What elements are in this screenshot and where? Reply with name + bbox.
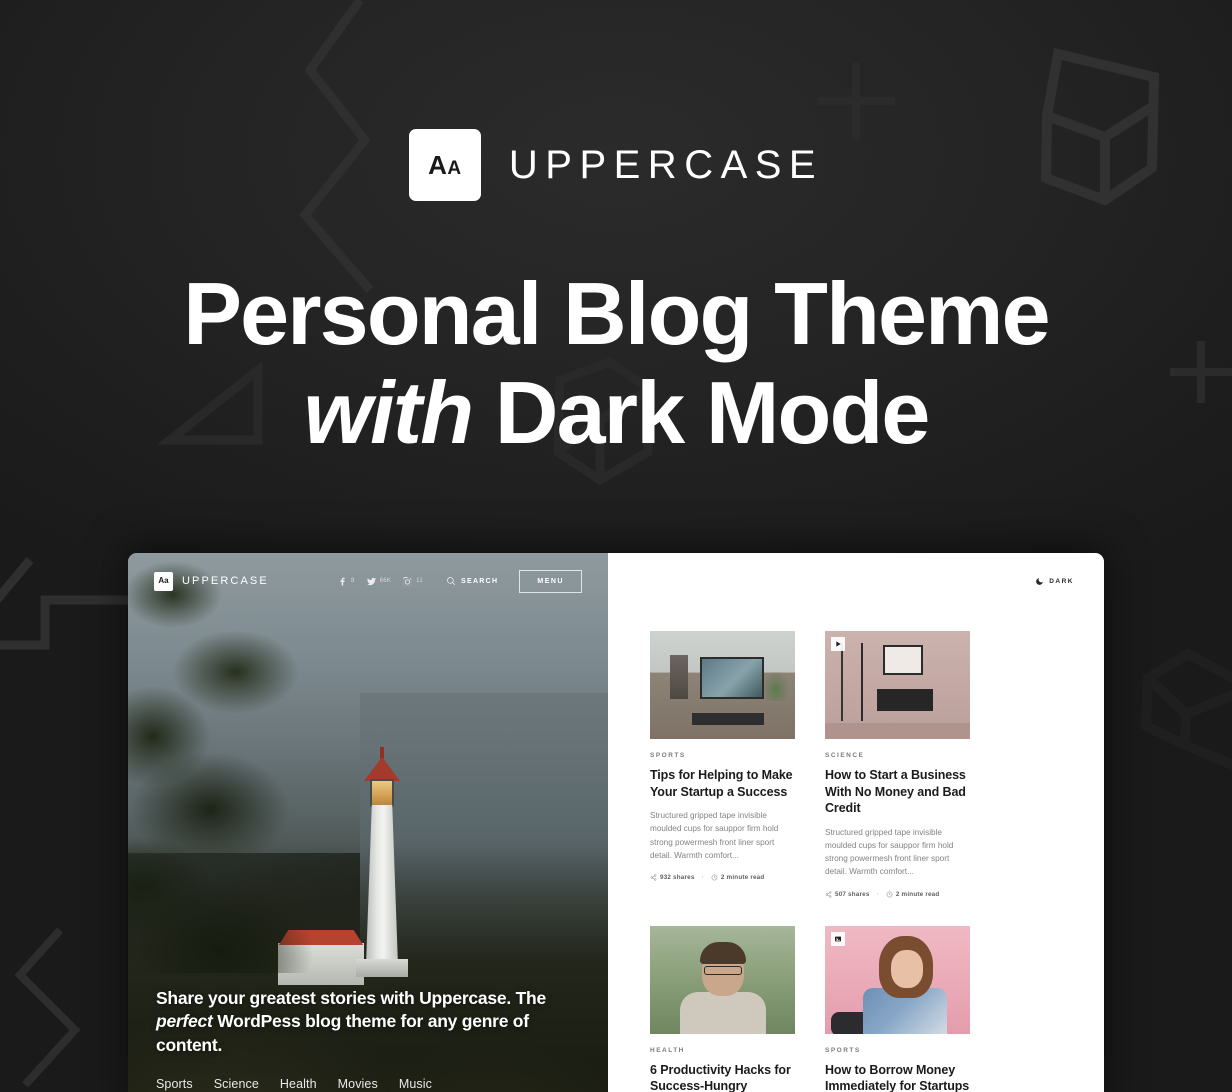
category-link-sports[interactable]: Sports xyxy=(156,1077,193,1091)
mockup-content-panel: DARK SPORTS Tips for Helping to Make You… xyxy=(608,553,1104,1092)
logo-badge: AA xyxy=(408,129,481,201)
article-category[interactable]: SPORTS xyxy=(650,752,795,759)
article-excerpt: Structured gripped tape invisible moulde… xyxy=(650,811,779,860)
article-title[interactable]: How to Borrow Money Immediately for Star… xyxy=(825,1062,970,1092)
hero-photo-lighthouse xyxy=(342,733,422,983)
mockup-logo-word: UPPERCASE xyxy=(182,575,269,587)
category-nav: Sports Science Health Movies Music xyxy=(156,1077,582,1091)
gallery-format-badge xyxy=(831,931,845,946)
mockup-logo[interactable]: Aa UPPERCASE xyxy=(154,571,269,591)
dark-mode-toggle[interactable]: DARK xyxy=(1035,577,1074,586)
headline-emphasis: with xyxy=(303,362,474,462)
article-category[interactable]: HEALTH xyxy=(650,1047,795,1054)
search-label: SEARCH xyxy=(461,577,499,585)
dark-mode-label: DARK xyxy=(1049,577,1074,585)
share-count-label: 507 shares xyxy=(835,890,870,898)
article-grid: SPORTS Tips for Helping to Make Your Sta… xyxy=(608,609,1104,1092)
article-title[interactable]: How to Start a Business With No Money an… xyxy=(825,767,970,817)
category-link-science[interactable]: Science xyxy=(214,1077,259,1091)
thumbnail-image-man xyxy=(650,925,795,1034)
headline-line-1: Personal Blog Theme xyxy=(183,264,1050,363)
article-thumbnail[interactable] xyxy=(650,925,795,1034)
clock-icon xyxy=(711,874,718,881)
hero-section: AA UPPERCASE Personal Blog Theme with Da… xyxy=(0,0,1232,462)
mockup-hero-panel: Aa UPPERCASE 8 66K 11 SEARCH MENU Share … xyxy=(128,553,608,1092)
mockup-hero-line-2-post: WordPess blog theme for any xyxy=(212,1011,458,1032)
meta-separator: · xyxy=(876,890,879,898)
twitter-link[interactable]: 66K xyxy=(366,576,392,587)
social-links: 8 66K 11 xyxy=(337,576,423,587)
article-thumbnail[interactable] xyxy=(825,631,970,739)
share-icon xyxy=(825,891,832,898)
page-title: Personal Blog Theme with Dark Mode xyxy=(0,264,1232,463)
search-icon xyxy=(447,577,456,585)
search-button[interactable]: SEARCH xyxy=(446,576,498,586)
article-card[interactable]: SCIENCE How to Start a Business With No … xyxy=(825,631,970,898)
mockup-hero-line-2-pre: The xyxy=(515,988,547,1009)
read-time: 2 minute read xyxy=(711,874,765,881)
thumbnail-image-woman xyxy=(825,925,970,1034)
mockup-navbar: Aa UPPERCASE 8 66K 11 SEARCH MENU xyxy=(128,553,608,609)
article-category[interactable]: SCIENCE xyxy=(825,752,970,759)
instagram-icon xyxy=(403,576,413,586)
article-thumbnail[interactable] xyxy=(650,631,795,739)
logo-badge-text: AA xyxy=(428,150,462,180)
article-title[interactable]: 6 Productivity Hacks for Success-Hungry … xyxy=(650,1062,795,1092)
article-card[interactable]: SPORTS Tips for Helping to Make Your Sta… xyxy=(650,631,795,898)
category-link-music[interactable]: Music xyxy=(399,1077,432,1091)
mockup-hero-line-1: Share your greatest stories with Upperca… xyxy=(156,988,511,1009)
article-card[interactable]: HEALTH 6 Productivity Hacks for Success-… xyxy=(650,925,795,1092)
logo-wordmark: UPPERCASE xyxy=(508,142,824,187)
clock-icon xyxy=(886,891,893,897)
share-icon xyxy=(650,874,657,881)
category-link-health[interactable]: Health xyxy=(280,1077,317,1091)
mockup-hero-text: Share your greatest stories with Upperca… xyxy=(156,987,582,1091)
meta-separator: · xyxy=(701,874,704,882)
article-meta: 932 shares · 2 minute read xyxy=(650,874,795,881)
share-count: 932 shares xyxy=(650,874,695,881)
facebook-link[interactable]: 8 xyxy=(337,576,355,587)
mockup-hero-emphasis: perfect xyxy=(156,1011,213,1032)
moon-icon xyxy=(1036,577,1044,585)
facebook-count: 8 xyxy=(350,578,355,584)
mockup-logo-badge: Aa xyxy=(154,571,173,591)
share-count: 507 shares xyxy=(825,891,870,898)
menu-button[interactable]: MENU xyxy=(519,569,582,593)
article-card[interactable]: SPORTS How to Borrow Money Immediately f… xyxy=(825,925,970,1092)
play-icon xyxy=(836,641,841,647)
headline-line-2-rest: Dark Mode xyxy=(472,362,931,462)
article-excerpt: Structured gripped tape invisible moulde… xyxy=(825,827,954,877)
theme-preview-mockup: Aa UPPERCASE 8 66K 11 SEARCH MENU Share … xyxy=(128,553,1104,1092)
gallery-icon xyxy=(835,936,841,941)
article-meta: 507 shares · 2 minute read xyxy=(825,891,970,898)
article-thumbnail[interactable] xyxy=(825,925,970,1034)
twitter-icon xyxy=(366,577,376,585)
thumbnail-image-desk xyxy=(650,631,795,739)
share-count-label: 932 shares xyxy=(660,874,695,882)
mockup-hero-heading: Share your greatest stories with Upperca… xyxy=(156,987,582,1057)
instagram-count: 11 xyxy=(416,578,424,584)
twitter-count: 66K xyxy=(379,578,392,584)
article-category[interactable]: SPORTS xyxy=(825,1047,970,1054)
instagram-link[interactable]: 11 xyxy=(402,576,423,587)
category-link-movies[interactable]: Movies xyxy=(338,1077,378,1091)
read-time: 2 minute read xyxy=(886,891,940,898)
facebook-icon xyxy=(340,577,345,586)
video-format-badge xyxy=(831,637,845,651)
mockup-topbar: DARK xyxy=(608,553,1104,609)
headline-line-2: with Dark Mode xyxy=(0,362,1232,463)
read-time-label: 2 minute read xyxy=(895,890,940,898)
thumbnail-image-bathroom xyxy=(825,631,970,739)
hero-photo-foliage xyxy=(128,553,348,973)
mockup-nav-actions: 8 66K 11 SEARCH MENU xyxy=(337,569,582,593)
read-time-label: 2 minute read xyxy=(720,874,765,882)
brand-logo: AA UPPERCASE xyxy=(0,0,1232,201)
article-title[interactable]: Tips for Helping to Make Your Startup a … xyxy=(650,767,795,800)
